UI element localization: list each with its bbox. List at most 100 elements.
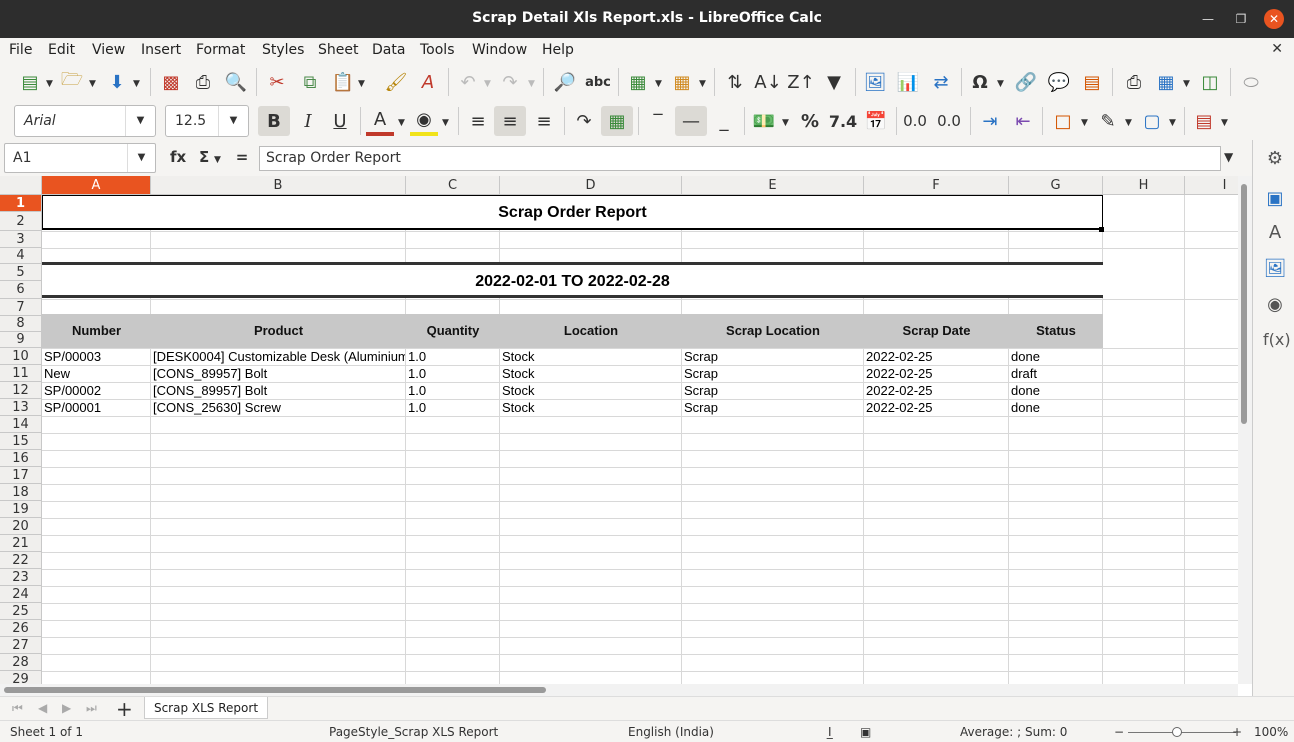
close-icon[interactable]: ✕ bbox=[1264, 9, 1284, 29]
cell-quantity[interactable]: 1.0 bbox=[406, 366, 499, 381]
vertical-scrollbar[interactable] bbox=[1238, 176, 1252, 684]
align-left-icon[interactable]: ≡ bbox=[464, 106, 492, 136]
zoom-in-icon[interactable]: + bbox=[1232, 725, 1242, 739]
row-header[interactable]: 10 bbox=[0, 348, 42, 365]
row-header[interactable]: 4 bbox=[0, 248, 42, 264]
define-print-area-icon[interactable]: ⎙ bbox=[1120, 67, 1148, 97]
row-header[interactable]: 15 bbox=[0, 433, 42, 450]
redo-icon[interactable]: ↷ bbox=[497, 67, 523, 97]
fill-handle[interactable] bbox=[1099, 227, 1104, 232]
date-range-cell[interactable]: 2022-02-01 TO 2022-02-28 bbox=[42, 262, 1103, 298]
border-color-icon[interactable]: ▢ bbox=[1138, 106, 1166, 136]
row-header[interactable]: 14 bbox=[0, 416, 42, 433]
row-icon[interactable]: ▦ bbox=[624, 67, 652, 97]
cell-scrap-location[interactable]: Scrap bbox=[682, 400, 863, 415]
cell-scrap-location[interactable]: Scrap bbox=[682, 383, 863, 398]
bold-icon[interactable]: B bbox=[258, 106, 290, 136]
chevron-down-icon[interactable]: ▼ bbox=[1169, 118, 1176, 128]
currency-format-icon[interactable]: 💵 bbox=[750, 106, 778, 136]
row-header[interactable]: 20 bbox=[0, 518, 42, 535]
row-header[interactable]: 29 bbox=[0, 671, 42, 684]
cell-product[interactable]: [CONS_89957] Bolt bbox=[151, 383, 405, 398]
split-window-icon[interactable]: ◫ bbox=[1196, 67, 1224, 97]
chevron-down-icon[interactable]: ▼ bbox=[398, 118, 405, 128]
maximize-icon[interactable]: ❐ bbox=[1231, 9, 1251, 29]
chevron-down-icon[interactable]: ▼ bbox=[358, 79, 365, 89]
insert-chart-icon[interactable]: 📊 bbox=[894, 67, 922, 97]
row-header[interactable]: 11 bbox=[0, 365, 42, 382]
special-character-icon[interactable]: Ω bbox=[966, 67, 994, 97]
open-folder-icon[interactable]: 🗁 bbox=[58, 67, 86, 97]
language[interactable]: English (India) bbox=[628, 725, 714, 739]
chevron-down-icon[interactable]: ▼ bbox=[1221, 118, 1228, 128]
hyperlink-icon[interactable]: 🔗 bbox=[1012, 67, 1040, 97]
wrap-text-icon[interactable]: ↷ bbox=[570, 106, 598, 136]
functions-icon[interactable]: f(x) bbox=[1263, 330, 1291, 354]
autofilter-icon[interactable]: ▼ bbox=[820, 67, 848, 97]
menu-view[interactable]: View bbox=[92, 42, 125, 58]
font-name-combo[interactable]: Arial ▼ bbox=[14, 105, 156, 137]
chevron-down-icon[interactable]: ▼ bbox=[46, 79, 53, 89]
cell-scrap-location[interactable]: Scrap bbox=[682, 366, 863, 381]
cell-status[interactable]: done bbox=[1009, 383, 1102, 398]
chevron-down-icon[interactable]: ▼ bbox=[1081, 118, 1088, 128]
number-format-icon[interactable]: 7.4 bbox=[828, 106, 858, 136]
row-header[interactable]: 16 bbox=[0, 450, 42, 467]
aggregate-status[interactable]: Average: ; Sum: 0 bbox=[960, 725, 1067, 739]
save-icon[interactable]: ⬇ bbox=[104, 67, 130, 97]
insert-image-icon[interactable]: 🖼 bbox=[861, 67, 889, 97]
row-header[interactable]: 12 bbox=[0, 382, 42, 399]
sheet-tab-active[interactable]: Scrap XLS Report bbox=[144, 697, 268, 719]
next-sheet-icon[interactable]: ▶ bbox=[62, 701, 71, 715]
menu-data[interactable]: Data bbox=[372, 42, 405, 58]
column-header-h[interactable]: H bbox=[1103, 176, 1185, 195]
previous-sheet-icon[interactable]: ◀ bbox=[38, 701, 47, 715]
horizontal-scrollbar[interactable] bbox=[0, 684, 1238, 696]
report-title-cell[interactable]: Scrap Order Report bbox=[42, 195, 1103, 230]
menu-format[interactable]: Format bbox=[196, 42, 245, 58]
font-size-combo[interactable]: 12.5 ▼ bbox=[165, 105, 249, 137]
menu-insert[interactable]: Insert bbox=[141, 42, 181, 58]
sum-icon[interactable]: Σ bbox=[199, 148, 209, 166]
cell-product[interactable]: [CONS_89957] Bolt bbox=[151, 366, 405, 381]
first-sheet-icon[interactable]: ⏮ bbox=[12, 701, 23, 716]
column-header-e[interactable]: E bbox=[682, 176, 864, 195]
add-sheet-icon[interactable]: + bbox=[116, 697, 133, 721]
column-header-c[interactable]: C bbox=[406, 176, 500, 195]
cell-number[interactable]: New bbox=[42, 366, 150, 381]
row-header[interactable]: 25 bbox=[0, 603, 42, 620]
row-header[interactable]: 28 bbox=[0, 654, 42, 671]
highlight-color-icon[interactable]: ◉ bbox=[410, 106, 438, 136]
freeze-rows-icon[interactable]: ▦ bbox=[1152, 67, 1180, 97]
formula-input[interactable]: Scrap Order Report bbox=[259, 146, 1221, 171]
selection-mode-icon[interactable]: I̲ bbox=[828, 725, 832, 739]
row-header[interactable]: 24 bbox=[0, 586, 42, 603]
spreadsheet-grid[interactable]: A B C D E F G H I Scrap Order Report 202… bbox=[0, 176, 1238, 684]
row-header[interactable]: 2 bbox=[0, 212, 42, 231]
cell-quantity[interactable]: 1.0 bbox=[406, 349, 499, 364]
formula-icon[interactable]: = bbox=[236, 148, 249, 166]
menu-tools[interactable]: Tools bbox=[420, 42, 455, 58]
align-bottom-icon[interactable]: _ bbox=[710, 106, 738, 136]
add-decimal-icon[interactable]: 0.0 bbox=[900, 106, 930, 136]
sort-descending-icon[interactable]: Z↑ bbox=[787, 67, 815, 97]
header-footer-icon[interactable]: ▤ bbox=[1078, 67, 1106, 97]
cell-location[interactable]: Stock bbox=[500, 349, 681, 364]
paste-icon[interactable]: 📋 bbox=[329, 67, 357, 97]
row-header[interactable]: 17 bbox=[0, 467, 42, 484]
chevron-down-icon[interactable]: ▼ bbox=[782, 118, 789, 128]
new-document-icon[interactable]: ▤ bbox=[16, 67, 44, 97]
row-header[interactable]: 7 bbox=[0, 299, 42, 316]
sidebar-settings-icon[interactable]: ⚙ bbox=[1263, 148, 1287, 172]
chevron-down-icon[interactable]: ▼ bbox=[218, 106, 248, 136]
copy-icon[interactable]: ⧉ bbox=[296, 67, 324, 97]
row-header[interactable]: 5 bbox=[0, 264, 42, 281]
vertical-scroll-thumb[interactable] bbox=[1241, 184, 1247, 424]
zoom-slider-handle[interactable] bbox=[1172, 727, 1182, 737]
row-header[interactable]: 23 bbox=[0, 569, 42, 586]
row-header[interactable]: 18 bbox=[0, 484, 42, 501]
cut-icon[interactable]: ✂ bbox=[263, 67, 291, 97]
font-color-icon[interactable]: A bbox=[366, 106, 394, 136]
gallery-icon[interactable]: 🖼 bbox=[1263, 258, 1287, 282]
sort-ascending-icon[interactable]: A↓ bbox=[754, 67, 782, 97]
